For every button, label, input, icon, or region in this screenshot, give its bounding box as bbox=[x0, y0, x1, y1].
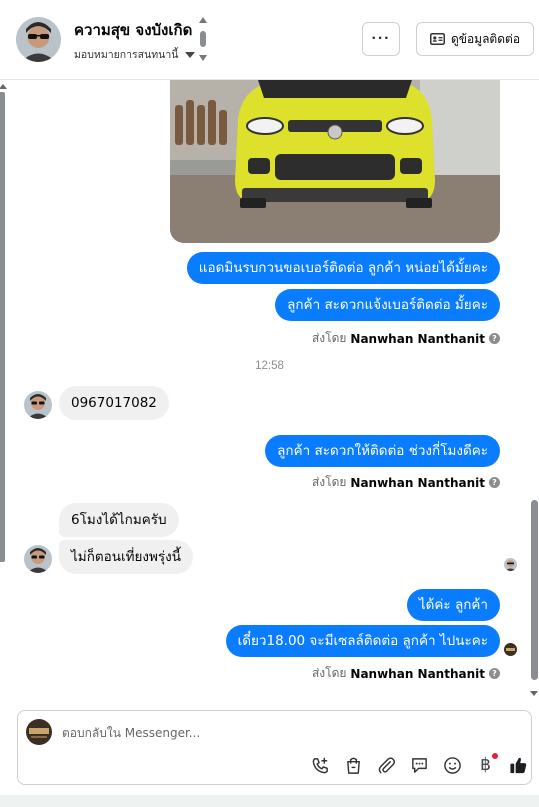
incoming-message[interactable]: 6โมงได้ไกมครับ bbox=[59, 503, 179, 537]
page-bottom-strip bbox=[0, 795, 539, 807]
sender-name: Nanwhan Nanthanit bbox=[350, 475, 485, 490]
info-icon[interactable]: ? bbox=[489, 333, 500, 344]
message-thread[interactable]: แอดมินรบกวนขอเบอร์ติดต่อ ลูกค้า หน่อยได้… bbox=[0, 80, 539, 700]
scroll-up-arrow-icon[interactable] bbox=[0, 84, 7, 89]
sent-by-label: ส่งโดย Nanwhan Nanthanit ? bbox=[312, 664, 500, 683]
seen-avatar bbox=[504, 558, 517, 571]
notification-dot bbox=[492, 753, 498, 759]
incoming-message[interactable]: 0967017082 bbox=[59, 386, 169, 420]
info-icon[interactable]: ? bbox=[489, 668, 500, 679]
contact-card-icon bbox=[429, 33, 445, 45]
more-options-button[interactable]: ··· bbox=[362, 22, 400, 56]
sent-by-prefix: ส่งโดย bbox=[311, 475, 347, 489]
conversation-header: ความสุข จงบังเกิด มอบหมายการสนทนานี้ ···… bbox=[0, 0, 539, 80]
contact-info-label: ดูข้อมูลติดต่อ bbox=[450, 31, 521, 46]
contact-avatar-small[interactable] bbox=[24, 391, 52, 419]
info-icon[interactable]: ? bbox=[489, 477, 500, 488]
outgoing-message[interactable]: แอดมินรบกวนขอเบอร์ติดต่อ ลูกค้า หน่อยได้… bbox=[186, 252, 500, 284]
sent-by-prefix: ส่งโดย bbox=[311, 666, 347, 680]
sender-name: Nanwhan Nanthanit bbox=[350, 331, 485, 346]
sent-by-label: ส่งโดย Nanwhan Nanthanit ? bbox=[312, 473, 500, 492]
header-scrollbar[interactable] bbox=[197, 15, 209, 63]
assign-label: มอบหมายการสนทนานี้ bbox=[74, 49, 179, 61]
baht-icon[interactable]: ฿ bbox=[469, 753, 502, 777]
contact-avatar[interactable] bbox=[16, 17, 61, 62]
emoji-icon[interactable] bbox=[436, 753, 469, 777]
scroll-down-arrow-icon[interactable] bbox=[530, 691, 538, 696]
outgoing-message[interactable]: ได้ค่ะ ลูกค้า bbox=[406, 589, 500, 621]
assign-conversation-dropdown[interactable]: มอบหมายการสนทนานี้ bbox=[74, 46, 196, 63]
sent-by-prefix: ส่งโดย bbox=[311, 331, 347, 345]
timestamp: 12:58 bbox=[255, 360, 284, 372]
page-avatar bbox=[26, 719, 52, 745]
seen-page-avatar bbox=[504, 643, 517, 656]
contact-name[interactable]: ความสุข จงบังเกิด bbox=[74, 18, 192, 42]
paperclip-icon[interactable] bbox=[370, 753, 403, 777]
thumbs-up-icon[interactable] bbox=[502, 753, 535, 777]
view-contact-info-button[interactable]: ดูข้อมูลติดต่อ bbox=[416, 22, 534, 56]
sent-by-label: ส่งโดย Nanwhan Nanthanit ? bbox=[312, 329, 500, 348]
left-scrollbar[interactable] bbox=[0, 92, 5, 562]
car-photo-attachment[interactable] bbox=[170, 80, 500, 243]
outgoing-message[interactable]: เดี๋ยว18.00 จะมีเซลล์ติดต่อ ลูกค้า ไปนะค… bbox=[225, 625, 500, 657]
shopping-bag-icon[interactable] bbox=[337, 753, 370, 777]
reply-composer: ฿ bbox=[17, 710, 532, 785]
incoming-message[interactable]: ไม่ก็ตอนเที่ยงพรุ่งนี้ bbox=[59, 540, 193, 574]
outgoing-message[interactable]: ลูกค้า สะดวกแจ้งเบอร์ติดต่อ มั้ยคะ bbox=[275, 289, 500, 321]
right-scrollbar[interactable] bbox=[529, 80, 539, 700]
outgoing-message[interactable]: ลูกค้า สะดวกให้ติดต่อ ช่วงกี่โมงดีคะ bbox=[265, 435, 500, 467]
phone-plus-icon[interactable] bbox=[304, 753, 337, 777]
reply-input[interactable] bbox=[62, 723, 362, 743]
sender-name: Nanwhan Nanthanit bbox=[350, 666, 485, 681]
scrollbar-thumb[interactable] bbox=[531, 500, 538, 680]
baht-symbol: ฿ bbox=[480, 755, 491, 775]
caret-down-icon bbox=[185, 51, 196, 58]
contact-avatar-small[interactable] bbox=[24, 545, 52, 573]
saved-reply-icon[interactable] bbox=[403, 753, 436, 777]
composer-toolbar: ฿ bbox=[304, 753, 535, 777]
